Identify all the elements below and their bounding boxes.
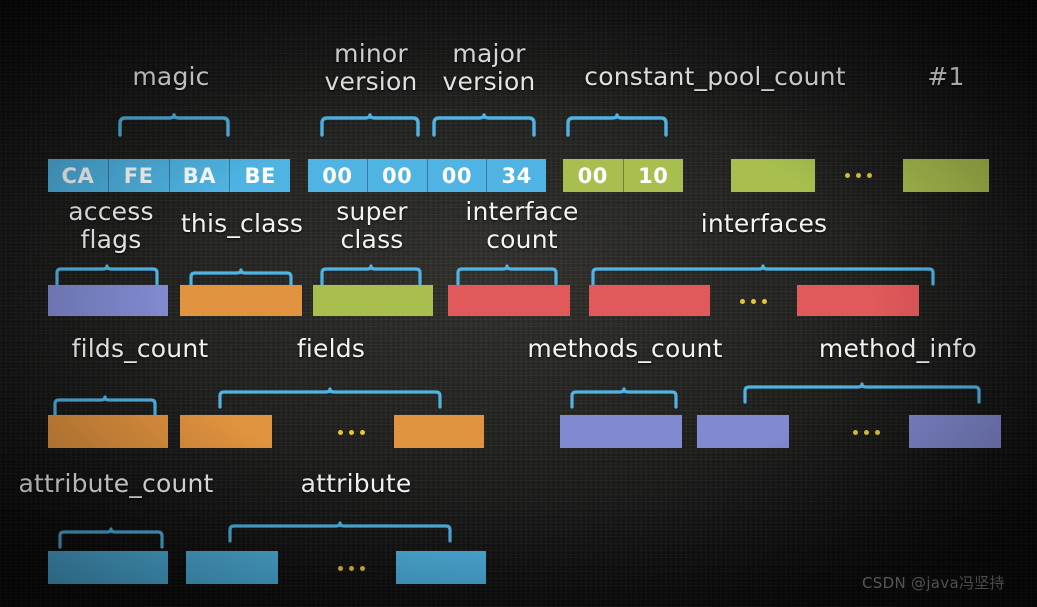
brace-fields bbox=[218, 387, 444, 409]
block-attribute-entry-1 bbox=[186, 551, 278, 584]
brace-attribute bbox=[228, 521, 454, 543]
block-interface-entry-n bbox=[797, 285, 919, 316]
brace-methods-count bbox=[570, 387, 680, 409]
byte-cell: 00 bbox=[366, 159, 427, 192]
byte-cell: 34 bbox=[486, 159, 546, 192]
brace-major-version bbox=[432, 113, 536, 137]
block-constant-pool-count-bytes: 00 10 bbox=[563, 159, 683, 192]
ellipsis-constant-pool bbox=[845, 173, 872, 178]
label-interfaces: interfaces bbox=[700, 209, 828, 238]
label-super-class: super class bbox=[336, 197, 408, 254]
block-field-entry-n bbox=[394, 415, 484, 448]
label-hash-1: #1 bbox=[927, 62, 965, 91]
label-this-class: this_class bbox=[180, 209, 304, 238]
brace-magic bbox=[118, 113, 230, 137]
brace-access-flags bbox=[55, 264, 161, 286]
block-method-entry-n bbox=[909, 415, 1001, 448]
byte-cell: 00 bbox=[577, 163, 608, 188]
byte-cell: BA bbox=[168, 159, 230, 192]
block-methods-count-bytes bbox=[560, 415, 682, 448]
ellipsis-interfaces bbox=[740, 299, 767, 304]
label-access-flags: access flags bbox=[68, 197, 154, 254]
brace-interface-count bbox=[456, 264, 560, 286]
byte-cell: 10 bbox=[622, 159, 684, 192]
byte-cell: CA bbox=[61, 163, 95, 188]
block-super-class-bytes bbox=[313, 285, 433, 316]
brace-minor-version bbox=[320, 113, 420, 137]
brace-super-class bbox=[320, 264, 424, 286]
block-field-entry-1 bbox=[180, 415, 272, 448]
byte-cell: 00 bbox=[322, 163, 353, 188]
block-attribute-entry-n bbox=[396, 551, 486, 584]
block-constant-pool-entry-1 bbox=[731, 159, 815, 192]
block-method-entry-1 bbox=[697, 415, 789, 448]
label-magic: magic bbox=[132, 62, 210, 91]
block-interface-entry-1 bbox=[589, 285, 710, 316]
brace-interfaces bbox=[591, 264, 937, 286]
block-constant-pool-entry-n bbox=[903, 159, 989, 192]
byte-cell: 00 bbox=[426, 159, 487, 192]
label-interface-count: interface count bbox=[465, 197, 579, 254]
brace-filds-count bbox=[53, 395, 159, 417]
watermark: CSDN @java冯坚持 bbox=[862, 574, 1005, 592]
brace-method-info bbox=[743, 382, 983, 404]
ellipsis-fields bbox=[338, 430, 365, 435]
label-methods-count: methods_count bbox=[527, 334, 723, 363]
block-magic-bytes: CA FE BA BE bbox=[48, 159, 290, 192]
ellipsis-methods bbox=[853, 430, 880, 435]
label-attribute: attribute bbox=[300, 469, 412, 498]
label-minor-version: minor version bbox=[324, 39, 418, 96]
brace-constant-pool-count bbox=[566, 113, 668, 137]
block-attribute-count-bytes bbox=[48, 551, 168, 584]
byte-cell: BE bbox=[229, 159, 290, 192]
block-interface-count-bytes bbox=[448, 285, 570, 316]
label-attribute-count: attribute_count bbox=[18, 469, 214, 498]
label-method-info: method_info bbox=[818, 334, 978, 363]
label-filds-count: filds_count bbox=[71, 334, 209, 363]
label-fields: fields bbox=[296, 334, 366, 363]
block-access-flags-bytes bbox=[48, 285, 168, 316]
ellipsis-attributes bbox=[338, 566, 365, 571]
label-constant-pool-count: constant_pool_count bbox=[584, 62, 846, 91]
block-fields-count-bytes bbox=[48, 415, 168, 448]
brace-attribute-count bbox=[58, 527, 166, 549]
diagram-canvas: magic CA FE BA BE minor version major ve… bbox=[0, 0, 1037, 607]
byte-cell: FE bbox=[107, 159, 169, 192]
block-version-bytes: 00 00 00 34 bbox=[308, 159, 546, 192]
block-this-class-bytes bbox=[180, 285, 302, 316]
label-major-version: major version bbox=[442, 39, 536, 96]
